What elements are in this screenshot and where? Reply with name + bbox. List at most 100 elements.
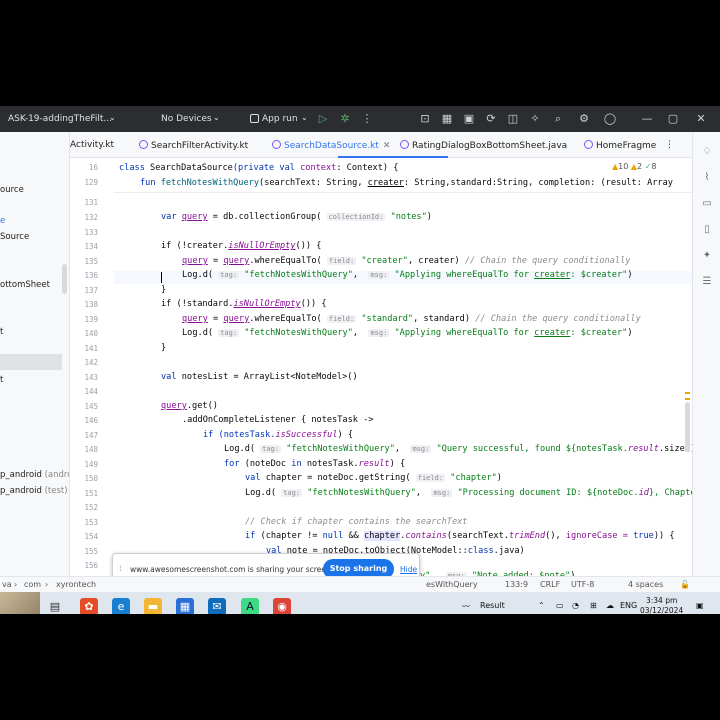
layout-inspector-icon[interactable]: ◫ [506, 112, 520, 126]
settings-gear-icon[interactable]: ⚙ [577, 112, 591, 126]
tray-up-icon[interactable]: ⌃ [538, 601, 545, 610]
file-encoding[interactable]: UTF-8 [571, 580, 594, 589]
code-editor[interactable]: class SearchDataSource(private val conte… [114, 158, 692, 576]
webcam-thumbnail [0, 592, 40, 614]
code-line: var query = db.collectionGroup( collecti… [161, 212, 432, 222]
selected-tree-row [0, 354, 62, 370]
file-explorer-icon[interactable]: ▬ [144, 598, 162, 614]
tray-app-icon[interactable]: ▭ [556, 601, 564, 610]
search-icon[interactable]: ⌕ [551, 112, 565, 126]
editor-tabs: Activity.kt SearchFilterActivity.kt Sear… [70, 132, 720, 158]
chrome-icon[interactable]: ◉ [273, 598, 291, 614]
inspection-widget[interactable]: ▲10 ▲2 ✓8 [612, 162, 656, 171]
device-mirror-icon[interactable]: ▣ [462, 112, 476, 126]
code-line: Log.d( tag: "fetchNotesWithQuery", msg: … [182, 270, 633, 280]
minimize-icon[interactable]: — [640, 112, 654, 126]
tray-app-icon[interactable]: ⊞ [590, 601, 597, 610]
code-line: if (!standard.isNullOrEmpty()) { [161, 299, 327, 309]
indent-setting[interactable]: 4 spaces [628, 580, 663, 589]
tab-search-data-source[interactable]: SearchDataSource.kt ✕ [272, 140, 390, 151]
outlook-icon[interactable]: ✉ [208, 598, 226, 614]
breadcrumb-separator-icon: › [14, 580, 18, 589]
code-line: Log.d( tag: "fetchNotesWithQuery", msg: … [245, 488, 692, 498]
tray-app-icon[interactable]: ☁ [606, 601, 614, 610]
editor-scrollbar[interactable] [685, 402, 690, 452]
code-line: query = query.whereEqualTo( field: "stan… [182, 314, 641, 324]
breadcrumb-separator-icon: › [45, 580, 49, 589]
device-selector[interactable]: No Devices [161, 114, 212, 124]
warning-marker[interactable] [685, 392, 690, 394]
notifications-bell-icon[interactable]: ▣ [696, 601, 704, 610]
debug-icon[interactable]: ✲ [338, 112, 352, 126]
title-bar: ASK-19-addingTheFilt... ⌄ No Devices ⌄ A… [0, 106, 720, 132]
tab-home-fragment[interactable]: HomeFragme [584, 140, 656, 151]
ide-window: ASK-19-addingTheFilt... ⌄ No Devices ⌄ A… [0, 106, 720, 614]
breadcrumb-item[interactable]: xyrontech [56, 580, 96, 589]
sdk-manager-icon[interactable]: ▦ [440, 112, 454, 126]
breadcrumb-item[interactable]: com [24, 580, 41, 589]
clock[interactable]: 3:34 pm 03/12/2024 [640, 596, 683, 614]
tab-rating-dialog[interactable]: RatingDialogBoxBottomSheet.java [400, 140, 567, 151]
line-separator[interactable]: CRLF [540, 580, 560, 589]
android-studio-icon[interactable]: A [241, 598, 259, 614]
gemini-icon[interactable]: ✦ [701, 250, 713, 262]
code-line: for (noteDoc in notesTask.result) { [224, 459, 406, 469]
tab-search-filter-activity[interactable]: SearchFilterActivity.kt [139, 140, 248, 151]
chevron-down-icon[interactable]: ⌄ [109, 113, 116, 122]
code-line: Log.d( tag: "fetchNotesWithQuery", msg: … [182, 328, 633, 338]
tree-item[interactable]: e [0, 216, 5, 226]
device-manager-icon[interactable]: ⊡ [418, 112, 432, 126]
account-icon[interactable]: ◯ [603, 112, 617, 126]
chevron-down-icon[interactable]: ⌄ [213, 113, 220, 122]
chevron-down-icon[interactable]: ⌄ [301, 113, 308, 122]
gradle-icon[interactable]: ⌇ [701, 172, 713, 184]
close-tab-icon[interactable]: ✕ [383, 141, 391, 151]
sticky-lines-divider [114, 192, 692, 193]
caret-position[interactable]: 133:9 [505, 580, 528, 589]
more-icon[interactable]: ⋮ [360, 112, 374, 126]
sync-icon[interactable]: ⟳ [484, 112, 498, 126]
device-manager-side-icon[interactable]: ▭ [701, 198, 713, 210]
copilot-icon[interactable]: ✿ [80, 598, 98, 614]
close-icon[interactable]: ✕ [694, 112, 708, 126]
tab-activity[interactable]: Activity.kt [70, 140, 114, 150]
run-icon[interactable]: ▷ [316, 112, 330, 126]
code-line: query = query.whereEqualTo( field: "crea… [182, 256, 631, 266]
tree-item-android-test[interactable]: p_android (andro [0, 470, 69, 480]
code-line: if (notesTask.isSuccessful) { [203, 430, 354, 440]
tree-item[interactable]: ource [0, 185, 24, 195]
weather-widget[interactable]: Result [480, 601, 505, 610]
code-line: // Check if chapter contains the searchT… [245, 517, 468, 527]
tree-item[interactable]: Source [0, 232, 29, 242]
breadcrumb-item[interactable]: va [2, 580, 12, 589]
notifications-icon[interactable]: ♢ [701, 146, 713, 158]
drag-handle-icon[interactable]: ⁞ [119, 564, 122, 573]
warning-marker[interactable] [685, 398, 690, 400]
edge-browser-icon[interactable]: e [112, 598, 130, 614]
lock-icon[interactable]: 🔓 [680, 580, 690, 589]
line-number-gutter: 16 129 131 132 133 134 135 136 137 138 1… [70, 158, 114, 576]
tabs-more-icon[interactable]: ⋮ [665, 140, 674, 150]
code-line: class SearchDataSource(private val conte… [119, 163, 399, 173]
ai-assistant-icon[interactable]: ✧ [528, 112, 542, 126]
store-icon[interactable]: ▦ [176, 598, 194, 614]
tree-item[interactable]: t [0, 327, 3, 337]
tree-item[interactable]: t [0, 375, 3, 385]
structure-icon[interactable]: ☰ [701, 276, 713, 288]
breadcrumb-context[interactable]: esWithQuery [426, 580, 478, 589]
kotlin-file-icon [272, 140, 281, 149]
tray-app-icon[interactable]: ◔ [572, 601, 579, 610]
code-line: fun fetchNotesWithQuery(searchText: Stri… [140, 178, 673, 188]
code-line: query.get() [161, 401, 218, 411]
weather-icon[interactable]: 〰 [462, 601, 470, 612]
project-selector[interactable]: ASK-19-addingTheFilt... [8, 114, 112, 124]
task-view-icon[interactable]: ▤ [46, 598, 64, 614]
language-indicator[interactable]: ENG [620, 601, 637, 610]
running-devices-icon[interactable]: ▯ [701, 224, 713, 236]
tree-item-unit-test[interactable]: p_android (test) [0, 486, 68, 496]
hide-banner-link[interactable]: Hide [400, 565, 417, 574]
project-scrollbar[interactable] [62, 264, 67, 294]
run-config-selector[interactable]: App run [262, 114, 298, 124]
tree-item[interactable]: ottomSheet [0, 280, 50, 290]
maximize-icon[interactable]: ▢ [666, 112, 680, 126]
